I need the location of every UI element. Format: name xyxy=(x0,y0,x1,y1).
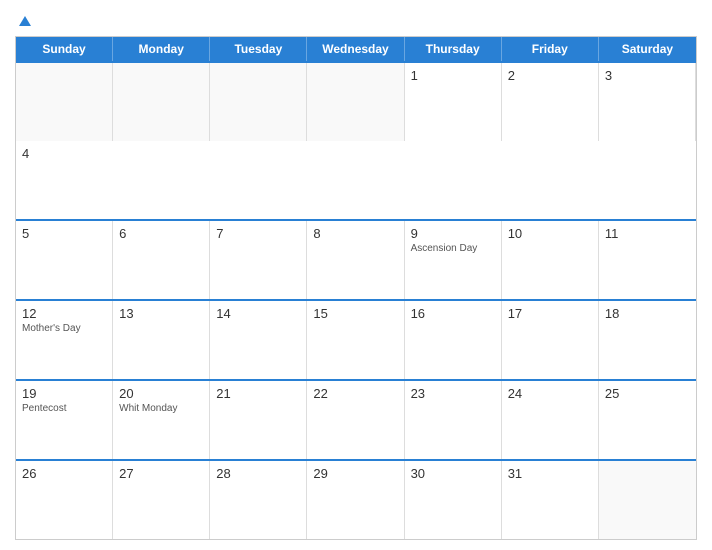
day-number: 30 xyxy=(411,466,495,481)
cal-cell: 3 xyxy=(599,63,696,141)
cal-cell: 31 xyxy=(502,461,599,539)
day-of-week-saturday: Saturday xyxy=(599,37,696,61)
cal-cell: 26 xyxy=(16,461,113,539)
calendar-body: 123456789Ascension Day101112Mother's Day… xyxy=(16,61,696,539)
day-of-week-wednesday: Wednesday xyxy=(307,37,404,61)
cal-cell: 14 xyxy=(210,301,307,379)
day-number: 2 xyxy=(508,68,592,83)
day-number: 29 xyxy=(313,466,397,481)
day-number: 8 xyxy=(313,226,397,241)
day-number: 27 xyxy=(119,466,203,481)
day-of-week-tuesday: Tuesday xyxy=(210,37,307,61)
day-number: 20 xyxy=(119,386,203,401)
day-number: 1 xyxy=(411,68,495,83)
day-number: 28 xyxy=(216,466,300,481)
cal-cell: 7 xyxy=(210,221,307,299)
cal-cell: 10 xyxy=(502,221,599,299)
cal-cell: 4 xyxy=(16,141,113,219)
day-number: 15 xyxy=(313,306,397,321)
calendar-row-4: 19 Pentecost 20 Whit Monday 21 22 23 24 25 xyxy=(16,379,696,459)
day-number: 19 xyxy=(22,386,106,401)
event-label: Whit Monday xyxy=(119,403,203,414)
calendar-row-3: 12 Mother's Day 13 14 15 16 17 18 xyxy=(16,299,696,379)
cal-cell: 30 xyxy=(405,461,502,539)
day-of-week-sunday: Sunday xyxy=(16,37,113,61)
day-number: 16 xyxy=(411,306,495,321)
logo-triangle-icon xyxy=(19,16,31,26)
cal-cell: 18 xyxy=(599,301,696,379)
event-label: Mother's Day xyxy=(22,323,106,334)
calendar-page: SundayMondayTuesdayWednesdayThursdayFrid… xyxy=(0,0,712,550)
cal-cell: 28 xyxy=(210,461,307,539)
calendar-row-2: 56789 Ascension Day 10 11 xyxy=(16,219,696,299)
event-label: Ascension Day xyxy=(411,243,495,254)
cal-cell: 2 xyxy=(502,63,599,141)
day-number: 3 xyxy=(605,68,689,83)
calendar: SundayMondayTuesdayWednesdayThursdayFrid… xyxy=(15,36,697,540)
cal-cell: 16 xyxy=(405,301,502,379)
calendar-row-1: 123 4 xyxy=(16,61,696,219)
day-number: 6 xyxy=(119,226,203,241)
cal-cell: 19 Pentecost xyxy=(16,381,113,459)
calendar-row-5: 26 27 28 29 30 31 xyxy=(16,459,696,539)
day-number: 24 xyxy=(508,386,592,401)
cal-cell: 13 xyxy=(113,301,210,379)
cal-cell: 20 Whit Monday xyxy=(113,381,210,459)
day-number: 21 xyxy=(216,386,300,401)
cal-cell: 8 xyxy=(307,221,404,299)
day-number: 23 xyxy=(411,386,495,401)
day-of-week-friday: Friday xyxy=(502,37,599,61)
cal-cell xyxy=(113,63,210,141)
day-number: 31 xyxy=(508,466,592,481)
cal-cell: 23 xyxy=(405,381,502,459)
day-number: 22 xyxy=(313,386,397,401)
cal-cell: 21 xyxy=(210,381,307,459)
cal-cell xyxy=(599,461,696,539)
logo xyxy=(15,10,35,28)
day-number: 11 xyxy=(605,226,690,241)
cal-cell: 25 xyxy=(599,381,696,459)
day-number: 7 xyxy=(216,226,300,241)
cal-cell: 6 xyxy=(113,221,210,299)
day-number: 12 xyxy=(22,306,106,321)
day-number: 13 xyxy=(119,306,203,321)
cal-cell xyxy=(210,63,307,141)
day-number: 18 xyxy=(605,306,690,321)
cal-cell: 1 xyxy=(405,63,502,141)
cal-cell: 27 xyxy=(113,461,210,539)
cal-cell: 22 xyxy=(307,381,404,459)
cal-cell xyxy=(307,63,404,141)
day-number: 17 xyxy=(508,306,592,321)
cal-cell: 29 xyxy=(307,461,404,539)
day-number: 14 xyxy=(216,306,300,321)
day-number: 9 xyxy=(411,226,495,241)
header xyxy=(15,10,697,28)
cal-cell: 9 Ascension Day xyxy=(405,221,502,299)
day-of-week-monday: Monday xyxy=(113,37,210,61)
day-number: 26 xyxy=(22,466,106,481)
cal-cell xyxy=(16,63,113,141)
cal-cell: 15 xyxy=(307,301,404,379)
day-number: 5 xyxy=(22,226,106,241)
cal-cell: 12 Mother's Day xyxy=(16,301,113,379)
cal-cell: 5 xyxy=(16,221,113,299)
cal-cell: 11 xyxy=(599,221,696,299)
day-of-week-thursday: Thursday xyxy=(405,37,502,61)
day-number: 4 xyxy=(22,146,107,161)
day-number: 10 xyxy=(508,226,592,241)
day-number: 25 xyxy=(605,386,690,401)
cal-cell: 17 xyxy=(502,301,599,379)
cal-cell: 24 xyxy=(502,381,599,459)
event-label: Pentecost xyxy=(22,403,106,414)
calendar-header: SundayMondayTuesdayWednesdayThursdayFrid… xyxy=(16,37,696,61)
